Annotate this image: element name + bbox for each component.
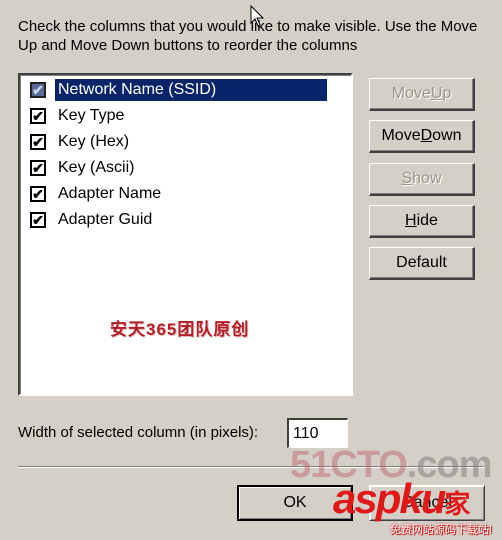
watermark-text: 安天365团队原创	[110, 320, 250, 339]
label-part: own	[432, 127, 462, 144]
column-item-key-type[interactable]: ✔ Key Type	[30, 104, 127, 128]
watermark-text: 家	[444, 489, 470, 519]
mouse-cursor-icon	[250, 5, 265, 27]
column-item-label: Adapter Guid	[58, 211, 153, 228]
watermark-aspku: aspku家	[333, 475, 470, 525]
ok-label: OK	[283, 494, 307, 511]
column-item-adapter-guid[interactable]: ✔ Adapter Guid	[30, 208, 155, 232]
column-item-label: Key (Ascii)	[58, 159, 135, 176]
label-part: Move	[391, 85, 431, 102]
watermark-subtitle: 免费网站源码下载站!	[390, 524, 493, 536]
accelerator-key: S	[401, 170, 413, 187]
column-item-adapter-name[interactable]: ✔ Adapter Name	[30, 182, 164, 206]
label-part: how	[412, 170, 442, 187]
checkbox-checked-icon[interactable]: ✔	[30, 160, 46, 176]
label-part: Default	[396, 254, 447, 271]
column-item-label: Adapter Name	[58, 185, 162, 202]
accelerator-key: D	[420, 127, 433, 144]
column-item-key-ascii[interactable]: ✔ Key (Ascii)	[30, 156, 137, 180]
checkbox-checked-icon[interactable]: ✔	[30, 82, 46, 98]
checkbox-checked-icon[interactable]: ✔	[30, 108, 46, 124]
column-item-key-hex[interactable]: ✔ Key (Hex)	[30, 130, 132, 154]
label-part: p	[442, 85, 452, 102]
column-item-label: Network Name (SSID)	[55, 79, 327, 101]
column-item-label: Key Type	[58, 107, 125, 124]
hide-button[interactable]: Hide	[369, 205, 475, 238]
label-part: ide	[416, 212, 438, 229]
column-item-network-name[interactable]: ✔ Network Name (SSID)	[30, 78, 327, 102]
watermark-text: aspku	[333, 475, 446, 522]
checkbox-checked-icon[interactable]: ✔	[30, 134, 46, 150]
checkbox-checked-icon[interactable]: ✔	[30, 186, 46, 202]
show-button[interactable]: Show	[369, 163, 475, 196]
label-part: Move	[381, 127, 421, 144]
accelerator-key: H	[405, 212, 417, 229]
column-item-label: Key (Hex)	[58, 133, 130, 150]
checkbox-checked-icon[interactable]: ✔	[30, 212, 46, 228]
default-button[interactable]: Default	[369, 247, 475, 280]
column-width-label: Width of selected column (in pixels):	[18, 424, 259, 441]
columns-listbox[interactable]: ✔ Network Name (SSID) ✔ Key Type ✔ Key (…	[18, 73, 353, 396]
move-down-button[interactable]: Move Down	[369, 120, 475, 153]
accelerator-key: U	[430, 85, 443, 102]
move-up-button[interactable]: Move Up	[369, 78, 475, 111]
